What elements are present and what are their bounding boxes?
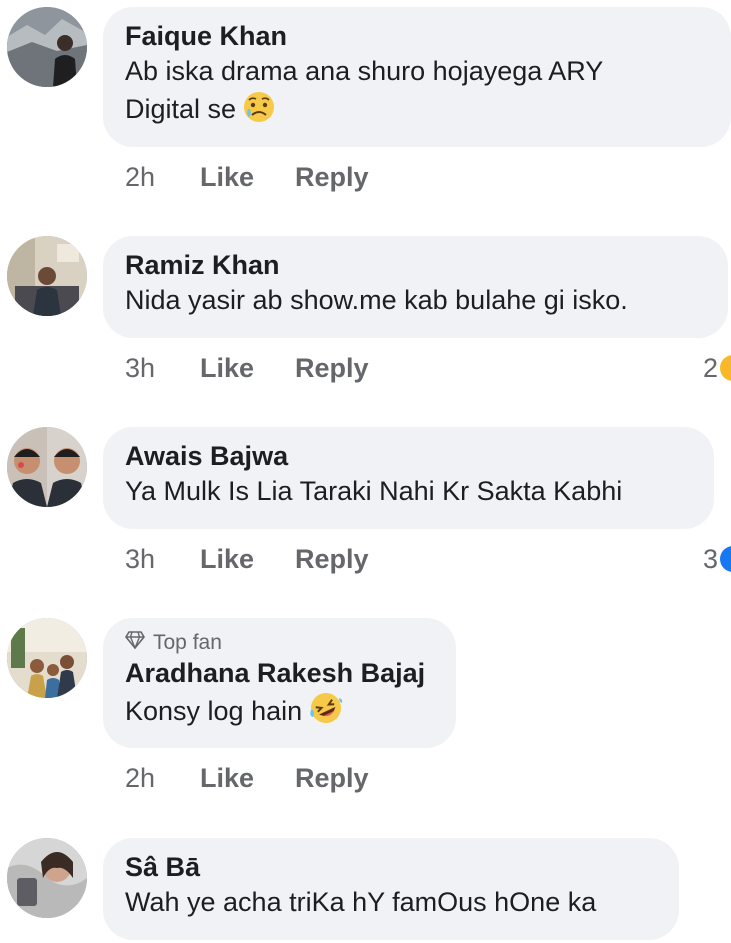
- reply-button[interactable]: Reply: [295, 761, 369, 795]
- comment-bubble: Sâ Bā Wah ye acha triKa hY famOus hOne k…: [103, 838, 679, 940]
- comment-bubble: Ramiz Khan Nida yasir ab show.me kab bul…: [103, 236, 728, 338]
- like-button[interactable]: Like: [200, 160, 295, 194]
- top-fan-label: Top fan: [153, 631, 222, 654]
- like-button[interactable]: Like: [200, 761, 295, 795]
- comment-bubble: Awais Bajwa Ya Mulk Is Lia Taraki Nahi K…: [103, 427, 714, 529]
- author-name[interactable]: Awais Bajwa: [125, 439, 692, 473]
- comment-meta: 3h Like Reply: [125, 542, 369, 576]
- comment-time[interactable]: 2h: [125, 160, 200, 194]
- comment-bubble: Top fan Aradhana Rakesh Bajaj Konsy log …: [103, 618, 456, 748]
- reply-button[interactable]: Reply: [295, 160, 369, 194]
- comment-time[interactable]: 3h: [125, 542, 200, 576]
- like-button[interactable]: Like: [200, 351, 295, 385]
- avatar[interactable]: [7, 236, 87, 316]
- top-fan-badge: Top fan: [125, 630, 434, 656]
- avatar[interactable]: [7, 7, 87, 87]
- comment-time[interactable]: 3h: [125, 351, 200, 385]
- avatar[interactable]: [7, 838, 87, 918]
- author-name[interactable]: Aradhana Rakesh Bajaj: [125, 656, 434, 690]
- avatar[interactable]: [7, 427, 87, 507]
- comment-text-line: Digital se: [125, 94, 237, 124]
- reaction-count: 2: [703, 353, 719, 383]
- comment-meta: 3h Like Reply: [125, 351, 369, 385]
- comment-text: Wah ye acha triKa hY famOus hOne ka: [125, 887, 597, 917]
- author-name[interactable]: Faique Khan: [125, 19, 709, 53]
- comment-meta: 2h Like Reply: [125, 761, 369, 795]
- comments-feed: Faique Khan Ab iska drama ana shuro hoja…: [0, 0, 731, 943]
- comment-time[interactable]: 2h: [125, 761, 200, 795]
- reaction-summary[interactable]: 3: [703, 542, 731, 576]
- rolling-laughing-emoji-icon: [308, 690, 344, 736]
- reaction-summary[interactable]: 2: [703, 351, 731, 385]
- haha-reaction-icon: [720, 355, 731, 381]
- like-reaction-icon: [720, 546, 731, 572]
- comment-text: Ya Mulk Is Lia Taraki Nahi Kr Sakta Kabh…: [125, 476, 623, 506]
- comment-text-line: Ab iska drama ana shuro hojayega ARY: [125, 56, 604, 86]
- comment-meta: 2h Like Reply: [125, 160, 369, 194]
- avatar[interactable]: [7, 618, 87, 698]
- author-name[interactable]: Sâ Bā: [125, 850, 657, 884]
- comment-text-line-2: Digital se: [125, 90, 709, 134]
- comment-text: Nida yasir ab show.me kab bulahe gi isko…: [125, 285, 628, 315]
- reply-button[interactable]: Reply: [295, 542, 369, 576]
- reaction-count: 3: [703, 544, 719, 574]
- author-name[interactable]: Ramiz Khan: [125, 248, 706, 282]
- diamond-icon: [125, 630, 145, 656]
- sad-sweat-emoji-icon: [242, 90, 276, 134]
- comment-text: Konsy log hain: [125, 690, 434, 736]
- comment-text-line: Konsy log hain: [125, 696, 303, 726]
- comment-text: Ab iska drama ana shuro hojayega ARY Dig…: [125, 53, 709, 134]
- like-button[interactable]: Like: [200, 542, 295, 576]
- reply-button[interactable]: Reply: [295, 351, 369, 385]
- comment-bubble: Faique Khan Ab iska drama ana shuro hoja…: [103, 7, 731, 147]
